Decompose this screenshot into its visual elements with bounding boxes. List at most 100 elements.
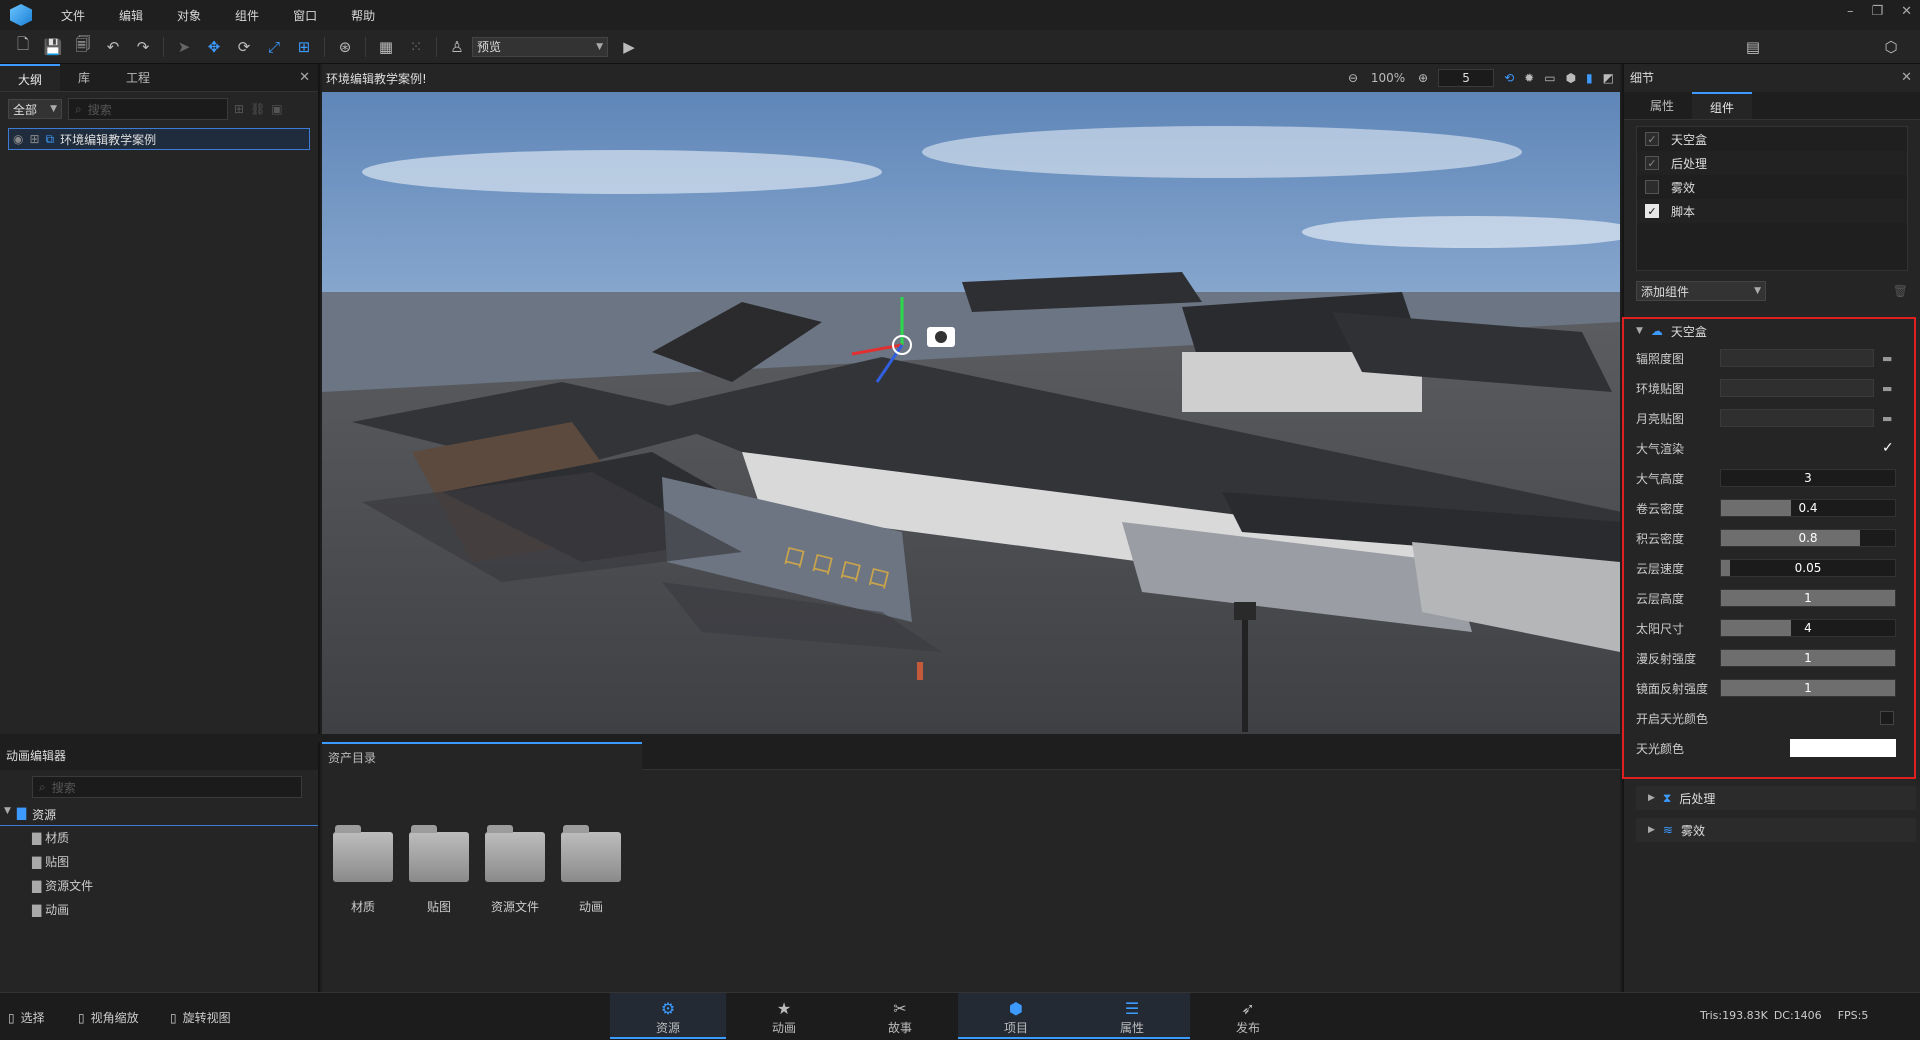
prop-slider[interactable]: 0.4 — [1720, 499, 1896, 517]
tree-item[interactable]: ▇ 材质 — [32, 826, 318, 850]
skylight-checkbox[interactable] — [1880, 711, 1894, 725]
layer-icon[interactable]: ▮ — [1586, 71, 1593, 85]
tab-properties[interactable]: 属性 — [1632, 92, 1692, 119]
eye-icon[interactable]: ◉ — [13, 132, 23, 146]
save-icon[interactable]: 💾 — [40, 34, 66, 60]
camera-orbit-icon[interactable]: ⊛ — [332, 34, 358, 60]
stats-icon[interactable]: ◩ — [1603, 71, 1614, 85]
prop-slider[interactable]: 4 — [1720, 619, 1896, 637]
play-icon[interactable]: ▶ — [616, 34, 642, 60]
close-icon[interactable]: ✕ — [1901, 70, 1912, 85]
component-postprocess[interactable]: ✓ 后处理 — [1637, 151, 1907, 175]
undo-icon[interactable]: ↶ — [100, 34, 126, 60]
menu-edit[interactable]: 编辑 — [102, 7, 160, 24]
menu-file[interactable]: 文件 — [44, 7, 102, 24]
asset-folder[interactable]: 贴图 — [408, 825, 470, 915]
new-file-icon[interactable]: 🗋 — [10, 34, 36, 60]
nav-publish[interactable]: ➶ 发布 — [1190, 993, 1306, 1039]
mode-select[interactable]: ▯ 选择 — [8, 1009, 45, 1026]
nav-story[interactable]: ✂ 故事 — [842, 993, 958, 1039]
skybox-header[interactable]: ▼ ☁ 天空盒 — [1624, 319, 1914, 343]
link-icon[interactable]: ⛓ — [250, 102, 265, 116]
prop-slider[interactable]: 0.05 — [1720, 559, 1896, 577]
scale-tool-icon[interactable]: ⤢ — [261, 34, 287, 60]
scene-viewport[interactable]: 口 口 口 口 — [322, 92, 1620, 734]
menu-window[interactable]: 窗口 — [276, 7, 334, 24]
checkbox[interactable]: ✓ — [1645, 156, 1659, 170]
nav-properties[interactable]: ☰ 属性 — [1074, 993, 1190, 1039]
nav-resources[interactable]: ⚙ 资源 — [610, 993, 726, 1039]
camera-speed-input[interactable]: 5 — [1438, 69, 1495, 87]
component-script[interactable]: ✓ 脚本 — [1637, 199, 1907, 223]
folder-icon[interactable]: ▬ — [1882, 352, 1892, 365]
tab-library[interactable]: 库 — [60, 64, 108, 91]
atmosphere-checkbox[interactable]: ✓ — [1882, 440, 1894, 456]
tree-item[interactable]: ▇ 资源文件 — [32, 874, 318, 898]
settings-hex-icon[interactable]: ⬡ — [1878, 34, 1904, 60]
tab-project[interactable]: 工程 — [108, 64, 168, 91]
checkbox[interactable]: ✓ — [1645, 204, 1659, 218]
save-all-icon[interactable]: 🗐 — [70, 34, 96, 60]
layout-icon[interactable]: ▤ — [1740, 34, 1766, 60]
asset-folder[interactable]: 资源文件 — [484, 825, 546, 915]
grid-dots-icon[interactable]: ⁙ — [403, 34, 429, 60]
tree-item[interactable]: ▇ 动画 — [32, 898, 318, 922]
add-group-icon[interactable]: ⊞ — [234, 102, 244, 116]
env-map-field[interactable] — [1720, 379, 1874, 397]
asset-folder[interactable]: 材质 — [332, 825, 394, 915]
add-component-select[interactable]: 添加组件 ▼ — [1636, 281, 1766, 301]
tab-asset-directory[interactable]: 资产目录 — [322, 742, 642, 770]
menu-object[interactable]: 对象 — [160, 7, 218, 24]
folder-icon[interactable]: ▬ — [1882, 412, 1892, 425]
preview-select[interactable]: 预览 ▼ — [472, 36, 608, 57]
prop-slider[interactable]: 1 — [1720, 679, 1896, 697]
asset-folder[interactable]: 动画 — [560, 825, 622, 915]
outline-root-item[interactable]: ◉ ⊞ ⧉ 环境编辑教学案例 — [8, 128, 310, 150]
prop-slider[interactable]: 0.8 — [1720, 529, 1896, 547]
redo-icon[interactable]: ↷ — [130, 34, 156, 60]
zoom-out-icon[interactable]: ⊖ — [1348, 71, 1358, 85]
nav-animation[interactable]: ★ 动画 — [726, 993, 842, 1039]
nav-project[interactable]: ⬢ 项目 — [958, 993, 1074, 1039]
irradiance-field[interactable] — [1720, 349, 1874, 367]
skylight-color-swatch[interactable] — [1790, 739, 1896, 757]
prop-slider[interactable]: 3 — [1720, 469, 1896, 487]
perspective-icon[interactable]: ⟲ — [1504, 71, 1514, 85]
snap-tool-icon[interactable]: ⊞ — [291, 34, 317, 60]
checkbox[interactable] — [1645, 180, 1659, 194]
grid-icon[interactable]: ▦ — [373, 34, 399, 60]
camera-icon[interactable]: ▭ — [1544, 71, 1555, 85]
postprocess-header[interactable]: ▶ ⧗ 后处理 — [1636, 786, 1916, 810]
mode-zoom[interactable]: ▯ 视角缩放 — [78, 1009, 139, 1026]
move-tool-icon[interactable]: ✥ — [201, 34, 227, 60]
anim-search-input[interactable]: ⌕ 搜索 — [32, 776, 302, 798]
rotate-tool-icon[interactable]: ⟳ — [231, 34, 257, 60]
delete-icon[interactable]: ▣ — [271, 102, 282, 116]
menu-component[interactable]: 组件 — [218, 7, 276, 24]
folder-icon[interactable]: ▬ — [1882, 382, 1892, 395]
tree-item[interactable]: ▇ 贴图 — [32, 850, 318, 874]
moon-map-field[interactable] — [1720, 409, 1874, 427]
tab-components[interactable]: 组件 — [1692, 92, 1753, 119]
tree-root-resources[interactable]: ▼ ▇ 资源 — [0, 804, 318, 826]
close-icon[interactable]: ✕ — [299, 70, 310, 85]
character-icon[interactable]: ♙ — [444, 34, 470, 60]
prop-slider[interactable]: 1 — [1720, 589, 1896, 607]
restore-icon[interactable]: ❐ — [1871, 4, 1883, 19]
zoom-in-icon[interactable]: ⊕ — [1418, 71, 1428, 85]
fog-header[interactable]: ▶ ≋ 雾效 — [1636, 818, 1916, 842]
select-pointer-icon[interactable]: ➤ — [171, 34, 197, 60]
menu-help[interactable]: 帮助 — [334, 7, 392, 24]
sun-icon[interactable]: ✹ — [1524, 71, 1534, 85]
expand-icon[interactable]: ⊞ — [29, 132, 39, 146]
outline-filter-select[interactable]: 全部 ▼ — [8, 99, 62, 119]
minimize-icon[interactable]: – — [1847, 4, 1854, 19]
component-fog[interactable]: 雾效 — [1637, 175, 1907, 199]
trash-icon[interactable]: 🗑 — [1893, 284, 1908, 298]
close-icon[interactable]: ✕ — [1901, 4, 1912, 19]
mode-rotate[interactable]: ▯ 旋转视图 — [170, 1009, 231, 1026]
cube-icon[interactable]: ⬢ — [1566, 71, 1576, 85]
tab-outline[interactable]: 大纲 — [0, 64, 61, 91]
component-skybox[interactable]: ✓ 天空盒 — [1637, 127, 1907, 151]
prop-slider[interactable]: 1 — [1720, 649, 1896, 667]
